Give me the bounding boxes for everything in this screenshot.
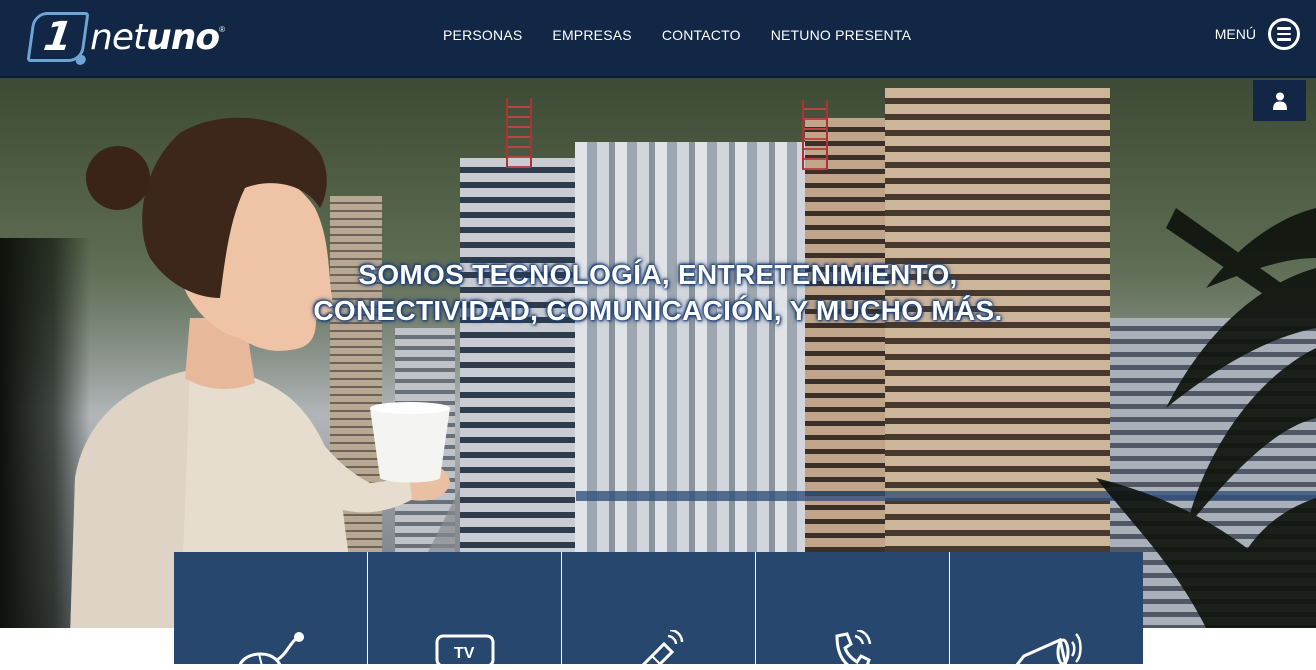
- tagline-line-2: CONECTIVIDAD, COMUNICACIÓN, Y MUCHO MÁS.: [313, 295, 1003, 326]
- tv-icon: TV: [435, 634, 494, 666]
- nav-contacto[interactable]: CONTACTO: [662, 27, 741, 43]
- service-tile-internet[interactable]: [174, 552, 368, 670]
- logo-badge: 1: [26, 12, 90, 65]
- service-tile-presenta[interactable]: [950, 552, 1143, 666]
- site-header: 1 netuno ® PERSONAS EMPRESAS CONTACTO NE…: [0, 0, 1316, 78]
- satellite-icon: [639, 630, 683, 666]
- nav-empresas[interactable]: EMPRESAS: [552, 27, 631, 43]
- user-icon: [1272, 92, 1287, 110]
- service-tile-satellite[interactable]: [562, 552, 756, 666]
- hero-banner: SOMOS TECNOLOGÍA, ENTRETENIMIENTO, CONEC…: [0, 78, 1316, 628]
- antenna-tower: [506, 98, 532, 168]
- nav-netuno-presenta[interactable]: NETUNO PRESENTA: [771, 27, 911, 43]
- main-nav: PERSONAS EMPRESAS CONTACTO NETUNO PRESEN…: [443, 27, 911, 43]
- user-login-button[interactable]: [1253, 80, 1306, 121]
- netuno-logo[interactable]: 1 netuno ®: [26, 11, 225, 65]
- menu-button[interactable]: MENÚ: [1215, 18, 1300, 50]
- internet-mouse-icon: [237, 632, 304, 670]
- hamburger-circle-icon[interactable]: [1268, 18, 1300, 50]
- tagline-line-1: SOMOS TECNOLOGÍA, ENTRETENIMIENTO,: [358, 259, 958, 290]
- logo-wordmark: netuno: [90, 16, 220, 58]
- menu-label: MENÚ: [1214, 26, 1256, 42]
- nav-personas[interactable]: PERSONAS: [443, 27, 522, 43]
- phone-icon: [834, 630, 871, 666]
- svg-text:TV: TV: [454, 645, 475, 662]
- service-tile-tv[interactable]: TV: [368, 552, 562, 666]
- services-bar: TV: [174, 552, 1143, 670]
- woman-with-cup-image: [70, 117, 460, 628]
- megaphone-icon: [1013, 633, 1082, 666]
- service-tile-phone[interactable]: [756, 552, 950, 666]
- hero-tagline: SOMOS TECNOLOGÍA, ENTRETENIMIENTO, CONEC…: [0, 257, 1316, 329]
- antenna-tower: [802, 100, 828, 170]
